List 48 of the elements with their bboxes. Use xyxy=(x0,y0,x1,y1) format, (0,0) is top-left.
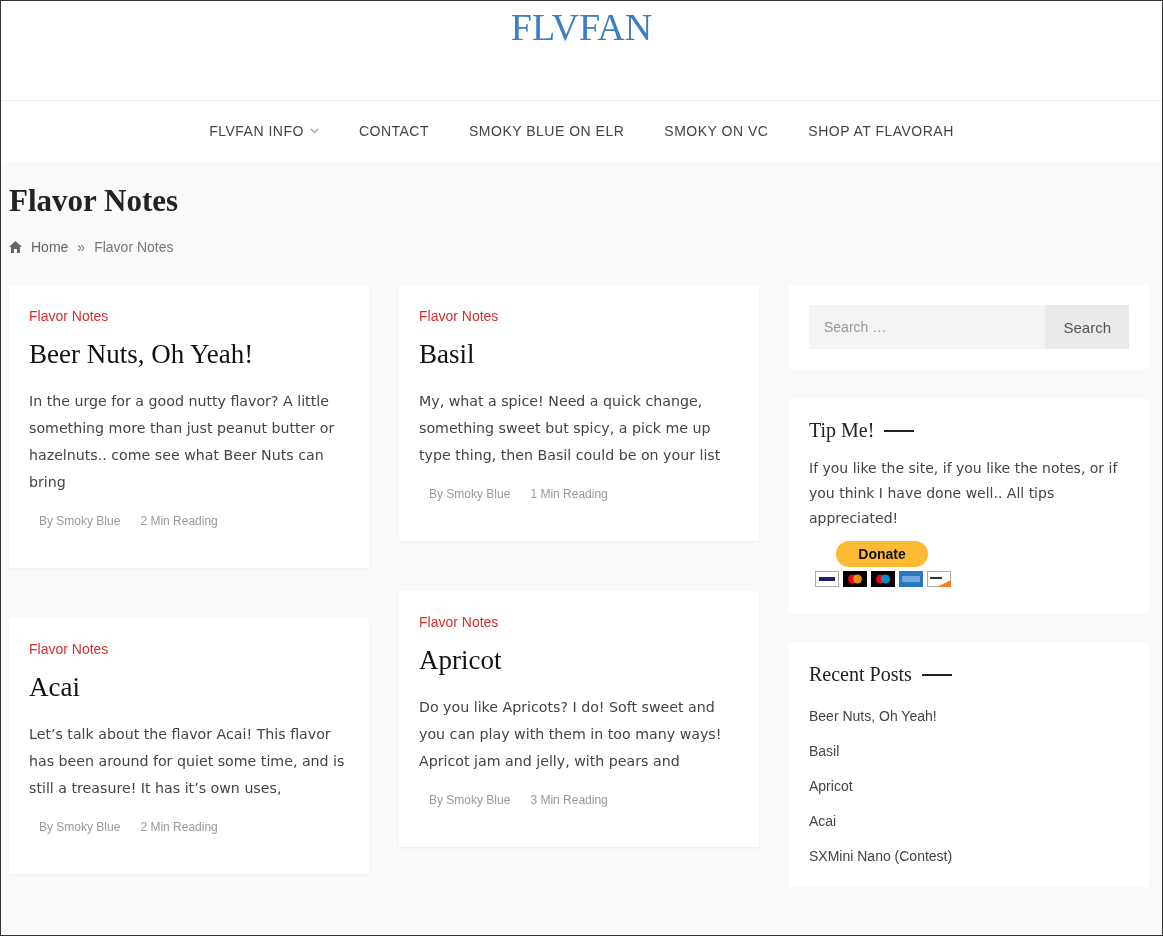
post-author: By Smoky Blue xyxy=(429,487,511,501)
search-button[interactable]: Search xyxy=(1045,305,1129,349)
widget-title: Recent Posts xyxy=(809,663,912,686)
post-author: By Smoky Blue xyxy=(39,820,121,834)
caret-icon xyxy=(309,128,319,134)
tip-text: If you like the site, if you like the notes, or if you think I have done well.. All tips appreciated! xyxy=(809,459,1119,528)
breadcrumb-current: Flavor Notes xyxy=(94,239,174,255)
recent-post-link[interactable]: Apricot xyxy=(809,776,1129,797)
reading-time: 3 Min Reading xyxy=(530,793,608,807)
post-title[interactable]: Apricot xyxy=(419,645,739,676)
post-author: By Smoky Blue xyxy=(39,514,121,528)
payment-card-icon xyxy=(843,571,867,587)
recent-post-link[interactable]: SXMini Nano (Contest) xyxy=(809,846,1129,867)
payment-card-icon xyxy=(899,571,923,587)
donate-button[interactable]: Donate xyxy=(836,541,928,567)
site-logo[interactable]: FLVFAN xyxy=(510,5,653,49)
recent-post-link[interactable]: Acai xyxy=(809,811,1129,832)
recent-post-link[interactable]: Basil xyxy=(809,741,1129,762)
category-link[interactable]: Flavor Notes xyxy=(419,308,499,324)
post-excerpt: My, what a spice! Need a quick change, something sweet but spicy, a pick me up type thing, then Basil could be on your list xyxy=(419,392,722,465)
widget-title: Tip Me! xyxy=(809,419,875,442)
post-title[interactable]: Acai xyxy=(29,672,349,703)
payment-card-icon xyxy=(927,571,951,587)
search-field[interactable]: Search … xyxy=(809,305,1046,349)
breadcrumb-separator: » xyxy=(77,239,86,255)
post-excerpt: Do you like Apricots? I do! Soft sweet and you can play with them in too many ways! Apricot jam and jelly, with pears and xyxy=(419,698,723,771)
reading-time: 2 Min Reading xyxy=(140,514,218,528)
post-title[interactable]: Basil xyxy=(419,339,739,370)
post-title[interactable]: Beer Nuts, Oh Yeah! xyxy=(29,339,349,370)
nav-link[interactable]: SMOKY BLUE ON ELR xyxy=(469,123,625,139)
nav-link[interactable]: FLVFAN INFO xyxy=(209,123,319,139)
nav-link[interactable]: CONTACT xyxy=(358,123,429,139)
post-excerpt: Let’s talk about the flavor Acai! This flavor has been around for quiet some time, and is still a treasure! It has it’s own uses, xyxy=(29,725,346,798)
category-link[interactable]: Flavor Notes xyxy=(29,308,109,324)
home-icon xyxy=(9,241,22,253)
post-excerpt: In the urge for a good nutty flavor? A little something more than just peanut butter or hazelnuts.. come see what Beer Nuts can bring xyxy=(29,392,336,492)
payment-card-icon xyxy=(815,571,839,587)
post-author: By Smoky Blue xyxy=(429,793,511,807)
nav-link[interactable]: SMOKY ON VC xyxy=(664,123,769,139)
category-link[interactable]: Flavor Notes xyxy=(419,614,499,630)
page-title: Flavor Notes xyxy=(9,183,180,219)
breadcrumb-link[interactable]: Home xyxy=(31,239,69,255)
nav-link[interactable]: SHOP AT FLAVORAH xyxy=(808,123,954,139)
recent-post-link[interactable]: Beer Nuts, Oh Yeah! xyxy=(809,706,1129,727)
category-link[interactable]: Flavor Notes xyxy=(29,641,109,657)
reading-time: 2 Min Reading xyxy=(140,820,218,834)
reading-time: 1 Min Reading xyxy=(530,487,608,501)
payment-card-icon xyxy=(871,571,895,587)
